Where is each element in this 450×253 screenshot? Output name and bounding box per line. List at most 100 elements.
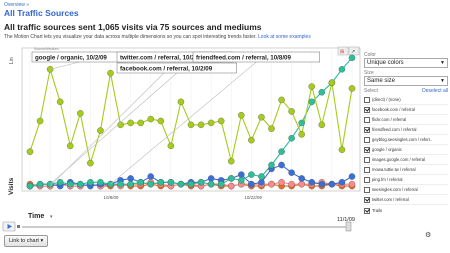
data-point[interactable] [147,180,155,188]
source-list-item[interactable]: seesingles.com / referral [364,185,448,195]
data-point[interactable] [97,127,104,134]
data-point[interactable] [157,178,165,186]
data-point[interactable] [137,119,144,127]
data-point[interactable] [308,178,316,186]
data-point[interactable] [36,180,44,188]
data-point[interactable] [298,180,305,188]
data-point[interactable] [56,98,64,106]
source-list-item[interactable]: ping.fm / referral [364,175,448,185]
time-slider-handle[interactable] [345,221,352,232]
source-checkbox[interactable] [364,146,370,153]
data-point[interactable] [227,157,235,165]
source-list-item[interactable]: twitter.com / referral [364,195,448,205]
data-point[interactable] [107,69,114,77]
data-point[interactable] [278,96,285,104]
data-point[interactable] [338,146,346,153]
data-point[interactable] [288,180,295,188]
data-point[interactable] [298,175,305,182]
source-list-item[interactable]: (direct) / (none) [364,95,448,105]
wrench-settings-icon[interactable]: ⚙ [425,231,431,239]
data-point[interactable] [278,161,285,169]
data-point[interactable] [26,148,34,155]
data-point[interactable] [167,142,175,150]
source-list-item[interactable]: flickr.com / referral [364,115,448,125]
data-point[interactable] [197,121,205,129]
data-point[interactable] [207,175,215,182]
data-point[interactable] [348,180,356,188]
data-point[interactable] [318,180,326,188]
trails-toggle[interactable]: Trails [364,206,448,215]
data-point[interactable] [278,178,285,186]
data-point[interactable] [137,178,144,186]
data-point[interactable] [288,108,295,115]
data-point[interactable] [26,182,34,190]
data-point[interactable] [56,178,64,186]
data-point[interactable] [227,175,235,182]
source-checkbox[interactable] [364,196,370,203]
source-checkbox[interactable] [364,116,370,123]
data-point[interactable] [338,66,346,73]
data-point[interactable] [248,171,255,178]
source-list-item[interactable]: images.google.com / referral [364,155,448,165]
data-point[interactable] [308,83,316,90]
data-point[interactable] [66,142,74,150]
source-list-item[interactable]: friendfeed.com / referral [364,125,448,135]
data-point[interactable] [77,180,84,188]
data-point[interactable] [187,121,195,129]
source-checkbox[interactable] [364,176,370,183]
source-list-item[interactable]: mowa.tuttie.tw / referral [364,165,448,175]
trails-checkbox[interactable] [364,207,370,214]
data-point[interactable] [258,178,265,186]
data-point[interactable] [268,125,275,132]
data-point[interactable] [66,180,74,188]
speed-slider-icon[interactable] [17,225,20,228]
data-point[interactable] [217,117,225,125]
data-point[interactable] [197,178,205,186]
data-point[interactable] [227,182,235,190]
data-point[interactable] [288,134,295,142]
source-list-item[interactable]: facebook.com / referral [364,105,448,115]
data-point[interactable] [97,178,104,186]
data-point[interactable] [348,85,356,92]
x-scale-dropdown-icon[interactable]: ▾ [50,214,53,220]
data-point[interactable] [248,180,255,188]
data-point[interactable] [318,89,326,96]
size-select[interactable]: Same size ▼ [364,76,448,86]
data-point[interactable] [238,111,245,119]
data-point[interactable] [117,180,124,188]
data-point[interactable] [157,117,165,125]
y-scale-dropdown[interactable]: Lin [9,57,15,64]
data-point[interactable] [258,113,265,121]
source-checkbox[interactable] [364,96,370,103]
source-checkbox[interactable] [364,136,370,143]
link-to-chart-button[interactable]: Link to chart ▾ [4,235,49,247]
source-checkbox[interactable] [364,126,370,133]
data-point[interactable] [238,171,245,178]
source-checkbox[interactable] [364,186,370,193]
data-point[interactable] [147,173,155,180]
data-point[interactable] [127,180,134,188]
data-point[interactable] [288,169,295,176]
data-point[interactable] [77,110,84,117]
source-checkbox[interactable] [364,166,370,173]
data-point[interactable] [177,180,185,188]
data-point[interactable] [318,121,326,129]
x-axis-label[interactable]: Time [28,213,44,220]
data-point[interactable] [127,175,134,182]
data-point[interactable] [328,79,336,86]
data-point[interactable] [167,178,175,186]
source-list-item[interactable]: google / organic [364,145,448,155]
data-point[interactable] [348,173,356,180]
data-point[interactable] [187,180,195,188]
data-point[interactable] [268,180,275,188]
data-point[interactable] [147,115,155,123]
data-point[interactable] [207,180,215,188]
data-point[interactable] [298,119,305,127]
data-point[interactable] [268,161,275,169]
data-point[interactable] [328,180,336,188]
deselect-all-link[interactable]: Deselect all [422,88,448,94]
source-checkbox[interactable] [364,156,370,163]
data-point[interactable] [127,119,134,127]
color-select[interactable]: Unique colors ▼ [364,58,448,68]
data-point[interactable] [338,178,346,186]
